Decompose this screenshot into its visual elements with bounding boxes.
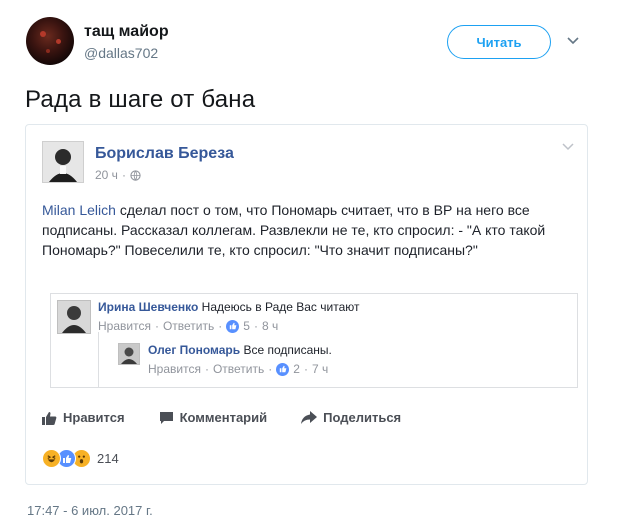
globe-icon bbox=[130, 169, 141, 181]
like-reaction-icon bbox=[226, 319, 240, 333]
user-avatar[interactable] bbox=[26, 17, 74, 65]
comment-reply-link[interactable]: Ответить bbox=[163, 319, 214, 333]
chevron-down-icon[interactable] bbox=[562, 143, 574, 151]
reply-author-avatar[interactable] bbox=[118, 343, 140, 365]
comment-like-link[interactable]: Нравится bbox=[98, 319, 151, 333]
thumbs-up-icon bbox=[42, 411, 57, 425]
reply-time[interactable]: 7 ч bbox=[312, 362, 328, 376]
comment-icon bbox=[159, 411, 173, 424]
haha-reaction-icon bbox=[42, 449, 61, 468]
commenter-avatar[interactable] bbox=[57, 300, 91, 334]
comment-body: Надеюсь в Раде Вас читают bbox=[201, 300, 360, 314]
display-name[interactable]: тащ майор bbox=[84, 23, 169, 41]
post-meta: 20 ч · bbox=[95, 168, 141, 182]
chevron-down-icon[interactable] bbox=[566, 36, 580, 46]
post-author-name[interactable]: Борислав Береза bbox=[95, 145, 234, 163]
tweet-timestamp[interactable]: 17:47 - 6 июл. 2017 г. bbox=[27, 503, 153, 518]
reactions-summary[interactable]: 214 bbox=[42, 449, 119, 468]
reactions-count: 214 bbox=[97, 451, 119, 466]
reply-actions: Нравится · Ответить · 2 · 7 ч bbox=[148, 362, 329, 376]
comment-actions: Нравится · Ответить · 5 · 8 ч bbox=[98, 319, 279, 333]
reply-reply-link[interactable]: Ответить bbox=[213, 362, 264, 376]
post-time[interactable]: 20 ч bbox=[95, 168, 118, 182]
user-handle[interactable]: @dallas702 bbox=[84, 45, 158, 61]
separator-dot: · bbox=[121, 168, 126, 182]
follow-button[interactable]: Читать bbox=[447, 25, 551, 59]
post-author-avatar[interactable] bbox=[42, 141, 84, 183]
comments-section: Ирина Шевченко Надеюсь в Раде Вас читают… bbox=[50, 293, 578, 388]
comment-text: Ирина Шевченко Надеюсь в Раде Вас читают bbox=[98, 300, 360, 314]
reply-body: Все подписаны. bbox=[243, 343, 332, 357]
post-body: Milan Lelich сделал пост о том, что Поно… bbox=[42, 200, 567, 260]
comment-button-label: Комментарий bbox=[179, 410, 268, 425]
reply-author[interactable]: Олег Пономарь bbox=[148, 343, 240, 357]
share-button[interactable]: Поделиться bbox=[301, 410, 401, 425]
post-action-bar: Нравится Комментарий Поделиться bbox=[42, 410, 435, 425]
like-button[interactable]: Нравится bbox=[42, 410, 125, 425]
reply-like-count: 2 bbox=[293, 362, 300, 376]
share-button-label: Поделиться bbox=[323, 410, 402, 425]
comment-time[interactable]: 8 ч bbox=[262, 319, 278, 333]
comment-button[interactable]: Комментарий bbox=[159, 410, 268, 425]
embedded-post-card[interactable]: Борислав Береза 20 ч · Milan Lelich сдел… bbox=[25, 124, 588, 485]
reply-text: Олег Пономарь Все подписаны. bbox=[148, 343, 332, 357]
comment-like-count: 5 bbox=[243, 319, 250, 333]
tweet-text: Рада в шаге от бана bbox=[25, 86, 256, 113]
reply-like-link[interactable]: Нравится bbox=[148, 362, 201, 376]
comment-author[interactable]: Ирина Шевченко bbox=[98, 300, 198, 314]
reply-thread-line bbox=[98, 332, 99, 387]
like-button-label: Нравится bbox=[63, 410, 125, 425]
share-icon bbox=[301, 411, 318, 424]
mentioned-user-link[interactable]: Milan Lelich bbox=[42, 202, 116, 218]
post-body-text: сделал пост о том, что Пономарь считает,… bbox=[42, 202, 546, 258]
like-reaction-icon bbox=[276, 362, 290, 376]
